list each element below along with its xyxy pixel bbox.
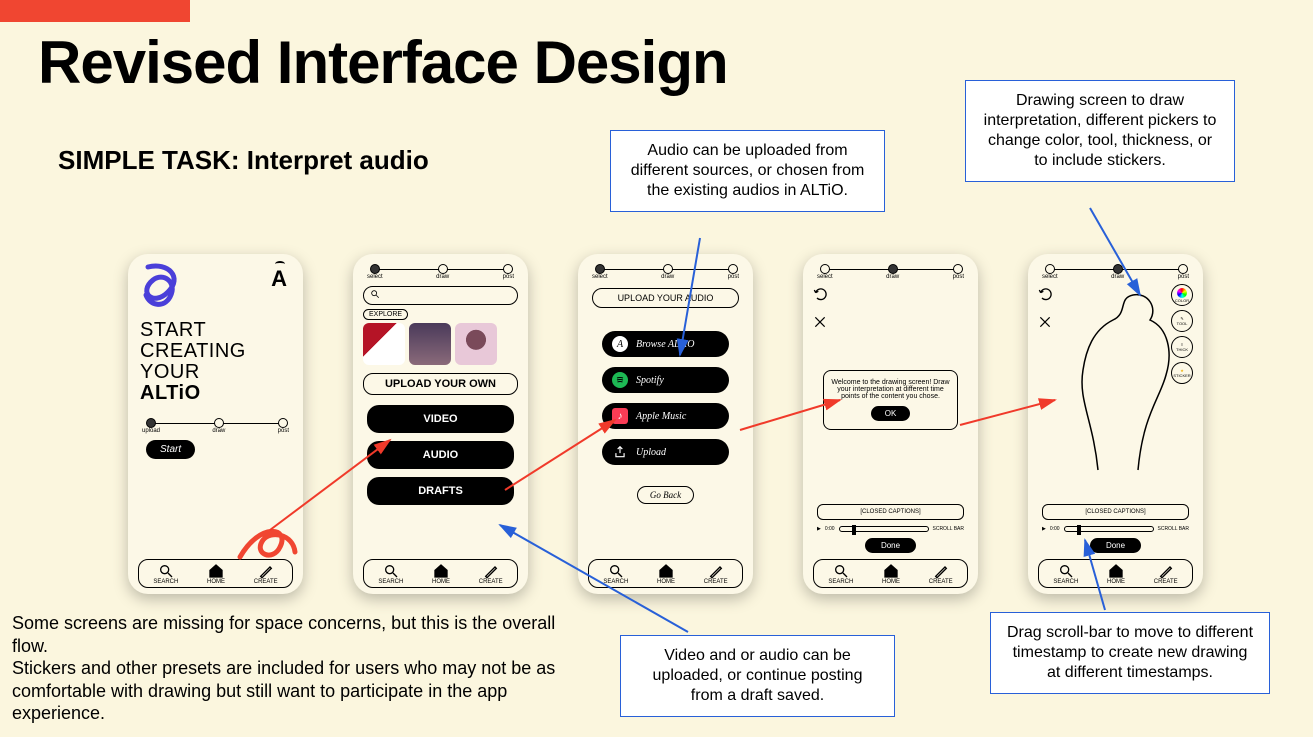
timeline-scrollbar[interactable] <box>1064 526 1154 532</box>
scribble-icon <box>138 262 188 317</box>
intro-heading: START CREATING YOUR ALTiO <box>140 320 293 404</box>
nav-create[interactable]: CREATE <box>929 563 953 585</box>
search-input[interactable] <box>363 286 518 305</box>
phone-screen-5: select draw post COLOR ✎TOOL ≡THICK ★STI… <box>1028 254 1203 594</box>
accent-bar <box>0 0 190 22</box>
spotify-icon <box>612 372 628 388</box>
phone-row: A START CREATING YOUR ALTiO upload draw … <box>128 254 1203 594</box>
welcome-modal: Welcome to the drawing screen! Draw your… <box>823 370 958 430</box>
bottom-nav: SEARCH HOME CREATE <box>1038 559 1193 588</box>
slide-subtitle: SIMPLE TASK: Interpret audio <box>58 145 429 176</box>
closed-captions: [CLOSED CAPTIONS] <box>817 504 964 520</box>
upload-own-header: UPLOAD YOUR OWN <box>363 373 518 395</box>
play security-icon: ▶ <box>817 526 821 532</box>
closed-captions: [CLOSED CAPTIONS] <box>1042 504 1189 520</box>
callout-audio-sources: Audio can be uploaded from different sou… <box>610 130 885 212</box>
nav-create[interactable]: CREATE <box>1154 563 1178 585</box>
nav-search[interactable]: SEARCH <box>378 563 403 585</box>
nav-search[interactable]: SEARCH <box>153 563 178 585</box>
nav-search[interactable]: SEARCH <box>1053 563 1078 585</box>
explore-thumb[interactable] <box>455 323 497 365</box>
apple-music-icon: ♪ <box>612 408 628 424</box>
drawing-canvas[interactable]: COLOR ✎TOOL ≡THICK ★STICKER <box>1038 280 1193 504</box>
scrollbar-label: SCROLL BAR <box>933 526 965 532</box>
upload-audio-header: UPLOAD YOUR AUDIO <box>592 288 739 308</box>
callout-video-audio-upload: Video and or audio can be uploaded, or c… <box>620 635 895 717</box>
drawing-sketch <box>1038 280 1193 480</box>
browse-altio-button[interactable]: A Browse ALTiO <box>602 331 729 357</box>
callout-drawing-screen: Drawing screen to draw interpretation, d… <box>965 80 1235 182</box>
audio-button[interactable]: AUDIO <box>367 441 514 469</box>
nav-create[interactable]: CREATE <box>704 563 728 585</box>
nav-search[interactable]: SEARCH <box>603 563 628 585</box>
explore-thumb[interactable] <box>409 323 451 365</box>
phone-screen-4: select draw post Welcome to the drawing … <box>803 254 978 594</box>
explore-thumb[interactable] <box>363 323 405 365</box>
altio-logo-icon: A <box>271 266 287 292</box>
explore-tag[interactable]: EXPLORE <box>363 309 408 320</box>
nav-create[interactable]: CREATE <box>254 563 278 585</box>
nav-home[interactable]: HOME <box>882 563 900 585</box>
bottom-nav: SEARCH HOME CREATE <box>363 559 518 588</box>
nav-home[interactable]: HOME <box>432 563 450 585</box>
scribble-icon-2 <box>235 502 305 562</box>
altio-icon: A <box>612 336 628 352</box>
play-icon[interactable]: ▶ <box>1042 526 1046 532</box>
drawing-canvas[interactable]: Welcome to the drawing screen! Draw your… <box>813 280 968 504</box>
phone-screen-3: select draw post UPLOAD YOUR AUDIO A Bro… <box>578 254 753 594</box>
time-label: 0:00 <box>825 526 835 532</box>
ok-button[interactable]: OK <box>871 406 911 421</box>
footnote: Some screens are missing for space conce… <box>12 612 592 725</box>
time-label: 0:00 <box>1050 526 1060 532</box>
modal-text: Welcome to the drawing screen! Draw your… <box>830 379 951 400</box>
nav-home[interactable]: HOME <box>207 563 225 585</box>
undo-icon[interactable] <box>813 286 829 307</box>
nav-home[interactable]: HOME <box>1107 563 1125 585</box>
slide-title: Revised Interface Design <box>38 28 728 97</box>
callout-scrollbar: Drag scroll-bar to move to different tim… <box>990 612 1270 694</box>
timeline-scrollbar[interactable] <box>839 526 929 532</box>
apple-music-button[interactable]: ♪ Apple Music <box>602 403 729 429</box>
upload-button[interactable]: Upload <box>602 439 729 465</box>
nav-create[interactable]: CREATE <box>479 563 503 585</box>
upload-icon <box>612 444 628 460</box>
go-back-button[interactable]: Go Back <box>637 486 694 504</box>
bottom-nav: SEARCH HOME CREATE <box>813 559 968 588</box>
drafts-button[interactable]: DRAFTS <box>367 477 514 505</box>
nav-home[interactable]: HOME <box>657 563 675 585</box>
start-button[interactable]: Start <box>146 440 195 459</box>
close-icon[interactable] <box>813 315 829 334</box>
scrollbar-label: SCROLL BAR <box>1158 526 1190 532</box>
bottom-nav: SEARCH HOME CREATE <box>138 559 293 588</box>
search-icon <box>370 289 380 299</box>
nav-search[interactable]: SEARCH <box>828 563 853 585</box>
done-button[interactable]: Done <box>865 538 916 553</box>
video-button[interactable]: VIDEO <box>367 405 514 433</box>
phone-screen-1: A START CREATING YOUR ALTiO upload draw … <box>128 254 303 594</box>
bottom-nav: SEARCH HOME CREATE <box>588 559 743 588</box>
spotify-button[interactable]: Spotify <box>602 367 729 393</box>
phone-screen-2: select draw post EXPLORE UPLOAD YOUR OWN… <box>353 254 528 594</box>
done-button[interactable]: Done <box>1090 538 1141 553</box>
